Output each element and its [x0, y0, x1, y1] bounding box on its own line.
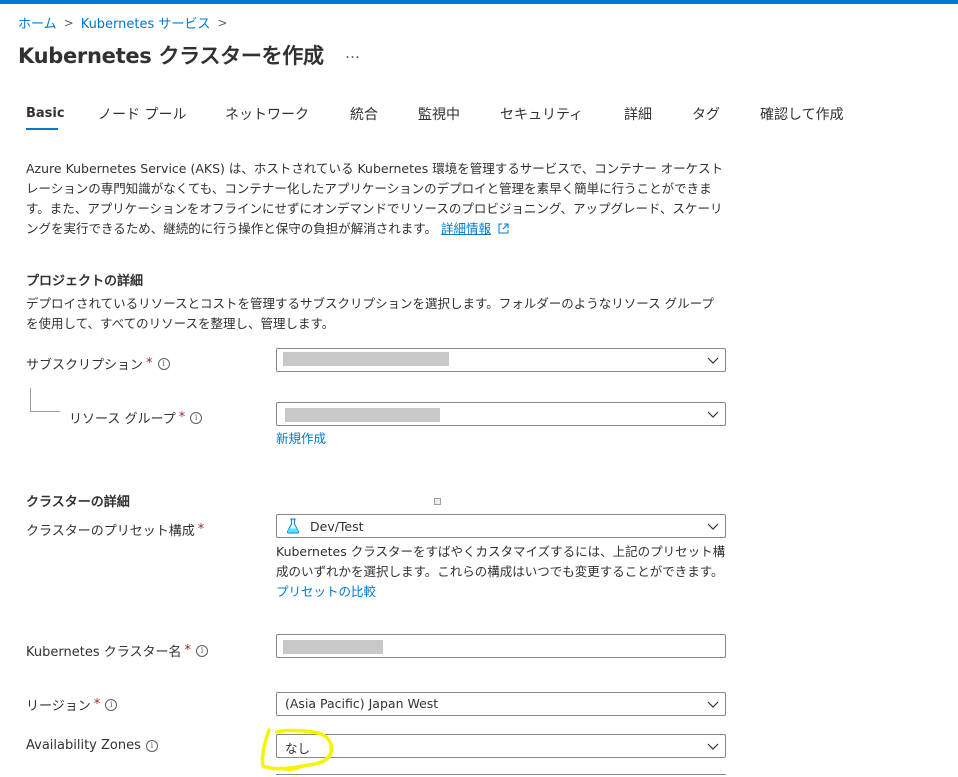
info-icon[interactable]: i [157, 357, 170, 370]
availability-zones-label: Availability Zones i [26, 738, 158, 753]
flask-icon [286, 518, 300, 534]
cluster-details-heading: クラスターの詳細 [26, 495, 130, 510]
project-details-heading: プロジェクトの詳細 [26, 274, 144, 289]
resource-group-label-text: リソース グループ [69, 412, 176, 427]
tab-basic[interactable]: Basic [26, 106, 65, 121]
subscription-label-text: サブスクリプション [26, 358, 144, 373]
cluster-preset-help: Kubernetes クラスターをすばやくカスタマイズするには、上記のプリセット… [276, 542, 726, 602]
cluster-preset-label-text: クラスターのプリセット構成 [26, 524, 195, 539]
info-icon[interactable]: i [145, 739, 158, 752]
cluster-name-label-text: Kubernetes クラスター名 [26, 645, 182, 660]
learn-more-link[interactable]: 詳細情報 [441, 221, 491, 236]
breadcrumb-home-link[interactable]: ホーム [18, 13, 57, 32]
cluster-preset-value: Dev/Test [285, 518, 364, 534]
tab-bar: Basic ノード プール ネットワーク 統合 監視中 セキュリティ 詳細 タグ… [26, 104, 926, 134]
redacted-value [283, 640, 383, 654]
cluster-preset-select[interactable]: Dev/Test [276, 514, 726, 538]
cluster-preset-text: Dev/Test [310, 518, 364, 534]
tree-connector [30, 411, 60, 412]
region-label-text: リージョン [26, 699, 91, 714]
more-options-icon[interactable]: … [345, 44, 360, 62]
required-mark: * [146, 356, 153, 371]
chevron-right-icon: > [63, 15, 74, 30]
breadcrumb-service-link[interactable]: Kubernetes サービス [81, 13, 211, 32]
page-title: Kubernetes クラスターを作成 [18, 44, 324, 68]
breadcrumb: ホーム > Kubernetes サービス > [18, 13, 234, 33]
subscription-label: サブスクリプション * i [26, 354, 170, 373]
description-text: Azure Kubernetes Service (AKS) は、ホストされてい… [26, 161, 724, 236]
external-link-icon [498, 223, 509, 234]
chevron-down-icon [707, 357, 719, 364]
compare-presets-link[interactable]: プリセットの比較 [276, 584, 376, 599]
create-new-resource-group-link[interactable]: 新規作成 [276, 428, 326, 447]
cluster-preset-help-text: Kubernetes クラスターをすばやくカスタマイズするには、上記のプリセット… [276, 544, 726, 579]
service-description: Azure Kubernetes Service (AKS) は、ホストされてい… [26, 159, 726, 239]
top-accent-bar [0, 0, 958, 4]
next-field-border [276, 774, 726, 775]
tab-advanced[interactable]: 詳細 [624, 104, 652, 124]
chevron-down-icon [707, 743, 719, 750]
tab-integration[interactable]: 統合 [350, 104, 378, 124]
info-icon[interactable]: i [105, 698, 118, 711]
cluster-name-input[interactable] [276, 634, 726, 658]
chevron-right-icon: > [217, 15, 228, 30]
redacted-value [285, 408, 440, 422]
tab-review-create[interactable]: 確認して作成 [760, 104, 844, 124]
chevron-down-icon [707, 411, 719, 418]
chevron-down-icon [707, 701, 719, 708]
active-tab-indicator [26, 128, 58, 130]
tab-tags[interactable]: タグ [692, 104, 720, 124]
info-icon[interactable]: i [195, 644, 208, 657]
resource-group-select[interactable] [276, 402, 726, 426]
required-mark: * [184, 643, 191, 658]
cluster-name-label: Kubernetes クラスター名 * i [26, 641, 208, 660]
required-mark: * [93, 697, 101, 712]
tab-security[interactable]: セキュリティ [500, 104, 583, 124]
subscription-select[interactable] [276, 348, 726, 372]
project-details-text: デプロイされているリソースとコストを管理するサブスクリプションを選択します。フォ… [26, 296, 714, 331]
region-select[interactable]: (Asia Pacific) Japan West [276, 692, 726, 716]
resource-group-label: リソース グループ * i [69, 408, 203, 427]
highlight-annotation [260, 728, 334, 771]
tree-connector [30, 388, 31, 411]
required-mark: * [197, 522, 205, 537]
required-mark: * [178, 410, 186, 425]
info-icon[interactable]: i [190, 411, 203, 424]
chevron-down-icon [707, 523, 719, 530]
availability-zones-label-text: Availability Zones [26, 738, 141, 753]
resize-handle [434, 498, 441, 505]
region-value: (Asia Pacific) Japan West [285, 696, 439, 711]
redacted-value [283, 352, 449, 366]
cluster-preset-label: クラスターのプリセット構成 * [26, 520, 204, 539]
tab-monitoring[interactable]: 監視中 [418, 104, 460, 124]
region-label: リージョン * i [26, 695, 118, 714]
tab-node-pool[interactable]: ノード プール [98, 104, 186, 124]
tab-network[interactable]: ネットワーク [225, 104, 309, 124]
availability-zones-select[interactable]: なし [276, 734, 726, 758]
